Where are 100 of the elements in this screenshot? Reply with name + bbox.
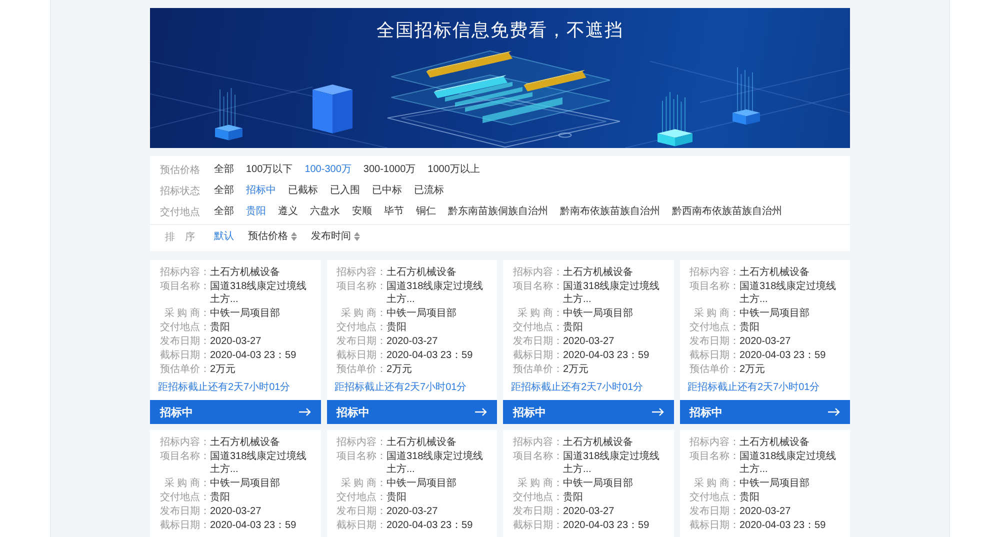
filter-option[interactable]: 已入围 xyxy=(330,184,360,198)
field-value: 中铁一局项目部 xyxy=(386,477,456,490)
field-label: 截标日期： xyxy=(690,519,740,532)
filter-option[interactable]: 黔东南苗族侗族自治州 xyxy=(448,204,548,218)
field-label: 招标内容： xyxy=(160,436,210,449)
field-value: 土石方机械设备 xyxy=(563,266,633,279)
filter-option[interactable]: 全部 xyxy=(214,204,234,218)
field-label: 截标日期： xyxy=(690,349,740,362)
countdown-text: 距招标截止还有2天7小时01分 xyxy=(688,381,820,394)
field-label: 预估单价： xyxy=(690,363,740,376)
sort-icon xyxy=(354,232,360,241)
field-value: 国道318线康定过境线土方... xyxy=(210,280,308,306)
countdown-text: 距招标截止还有2天7小时01分 xyxy=(334,381,467,394)
field-value: 2020-04-03 23：59 xyxy=(740,349,826,362)
field-value: 土石方机械设备 xyxy=(563,436,633,449)
field-value: 2020-03-27 xyxy=(563,505,614,518)
filter-option[interactable]: 黔西南布依族苗族自治州 xyxy=(672,204,782,218)
status-button[interactable]: 招标中 xyxy=(503,400,674,424)
field-value: 2020-03-27 xyxy=(386,505,438,518)
field-label: 采 购 商： xyxy=(517,307,563,320)
field-value: 2020-04-03 23：59 xyxy=(210,349,296,362)
filter-option[interactable]: 六盘水 xyxy=(310,204,340,218)
field-value: 2020-04-03 23：59 xyxy=(386,349,473,362)
field-label: 交付地点： xyxy=(690,321,740,334)
field-label: 发布日期： xyxy=(336,505,386,518)
glowing-cube-drawing xyxy=(215,87,242,140)
field-value: 贵阳 xyxy=(386,491,406,504)
filter-option[interactable]: 毕节 xyxy=(384,204,404,218)
filter-option[interactable]: 黔南布依族苗族自治州 xyxy=(560,204,660,218)
sort-icon xyxy=(291,232,297,241)
field-value: 2020-04-03 23：59 xyxy=(210,519,296,532)
filter-option[interactable]: 1000万以上 xyxy=(428,162,480,176)
field-value: 中铁一局项目部 xyxy=(386,307,456,320)
status-button[interactable]: 招标中 xyxy=(150,400,320,424)
status-button[interactable]: 招标中 xyxy=(680,400,850,424)
field-value: 2020-04-03 23：59 xyxy=(563,519,650,532)
filter-option[interactable]: 已中标 xyxy=(372,184,402,198)
field-label: 截标日期： xyxy=(336,519,386,532)
filter-option[interactable]: 招标中 xyxy=(246,184,276,198)
arrow-right-icon xyxy=(298,408,310,416)
field-value: 2020-03-27 xyxy=(210,505,262,518)
status-button[interactable]: 招标中 xyxy=(326,400,497,424)
field-label: 项目名称： xyxy=(513,450,563,463)
field-value: 贵阳 xyxy=(740,491,760,504)
filter-option[interactable]: 贵阳 xyxy=(246,204,266,218)
field-value: 中铁一局项目部 xyxy=(740,477,810,490)
field-label: 项目名称： xyxy=(513,280,563,293)
filter-option[interactable]: 安顺 xyxy=(352,204,372,218)
sort-option[interactable]: 发布时间 xyxy=(311,230,360,244)
field-label: 发布日期： xyxy=(513,335,563,348)
field-label: 截标日期： xyxy=(160,349,210,362)
field-label: 发布日期： xyxy=(513,505,563,518)
filter-option[interactable]: 已流标 xyxy=(414,184,444,198)
filter-option[interactable]: 100万以下 xyxy=(246,162,293,176)
countdown-text: 距招标截止还有2天7小时01分 xyxy=(158,381,290,394)
field-value: 贵阳 xyxy=(210,491,230,504)
field-label: 发布日期： xyxy=(690,505,740,518)
field-label: 采 购 商： xyxy=(340,477,386,490)
field-value: 2020-03-27 xyxy=(740,335,791,348)
field-label: 项目名称： xyxy=(690,450,740,463)
filter-option[interactable]: 铜仁 xyxy=(416,204,436,218)
field-label: 项目名称： xyxy=(690,280,740,293)
field-label: 截标日期： xyxy=(513,519,563,532)
filter-option[interactable]: 全部 xyxy=(214,162,234,176)
field-value: 土石方机械设备 xyxy=(386,436,456,449)
field-label: 采 购 商： xyxy=(164,307,210,320)
field-value: 中铁一局项目部 xyxy=(563,307,633,320)
filter-option[interactable]: 100-300万 xyxy=(304,162,352,176)
field-label: 交付地点： xyxy=(336,491,386,504)
field-label: 招标内容： xyxy=(513,436,563,449)
cube-drawing xyxy=(312,84,352,134)
glowing-cube-drawing xyxy=(658,92,692,146)
field-value: 2020-04-03 23：59 xyxy=(563,349,650,362)
filter-label: 招标状态 xyxy=(160,184,201,198)
filter-option[interactable]: 300-1000万 xyxy=(363,162,416,176)
field-value: 2020-03-27 xyxy=(210,335,262,348)
filter-option[interactable]: 遵义 xyxy=(278,204,298,218)
filter-option[interactable]: 全部 xyxy=(214,184,234,198)
field-value: 贵阳 xyxy=(563,321,583,334)
field-value: 土石方机械设备 xyxy=(210,266,280,279)
filter-option[interactable]: 已截标 xyxy=(288,184,318,198)
field-value: 土石方机械设备 xyxy=(740,266,810,279)
field-label: 招标内容： xyxy=(336,266,386,279)
field-label: 招标内容： xyxy=(160,266,210,279)
field-label: 预估单价： xyxy=(336,363,386,376)
field-label: 项目名称： xyxy=(336,280,386,293)
sort-option[interactable]: 预估价格 xyxy=(248,230,297,244)
field-label: 截标日期： xyxy=(160,519,210,532)
field-label: 招标内容： xyxy=(690,266,740,279)
field-label: 发布日期： xyxy=(160,335,210,348)
field-value: 中铁一局项目部 xyxy=(210,307,280,320)
field-value: 贵阳 xyxy=(740,321,760,334)
field-label: 交付地点： xyxy=(160,321,210,334)
banner-title: 全国招标信息免费看，不遮挡 xyxy=(376,19,624,42)
field-label: 交付地点： xyxy=(336,321,386,334)
field-label: 预估单价： xyxy=(160,363,210,376)
field-label: 截标日期： xyxy=(336,349,386,362)
field-value: 国道318线康定过境线土方... xyxy=(563,280,661,306)
field-label: 交付地点： xyxy=(513,491,563,504)
sort-option[interactable]: 默认 xyxy=(214,230,234,244)
